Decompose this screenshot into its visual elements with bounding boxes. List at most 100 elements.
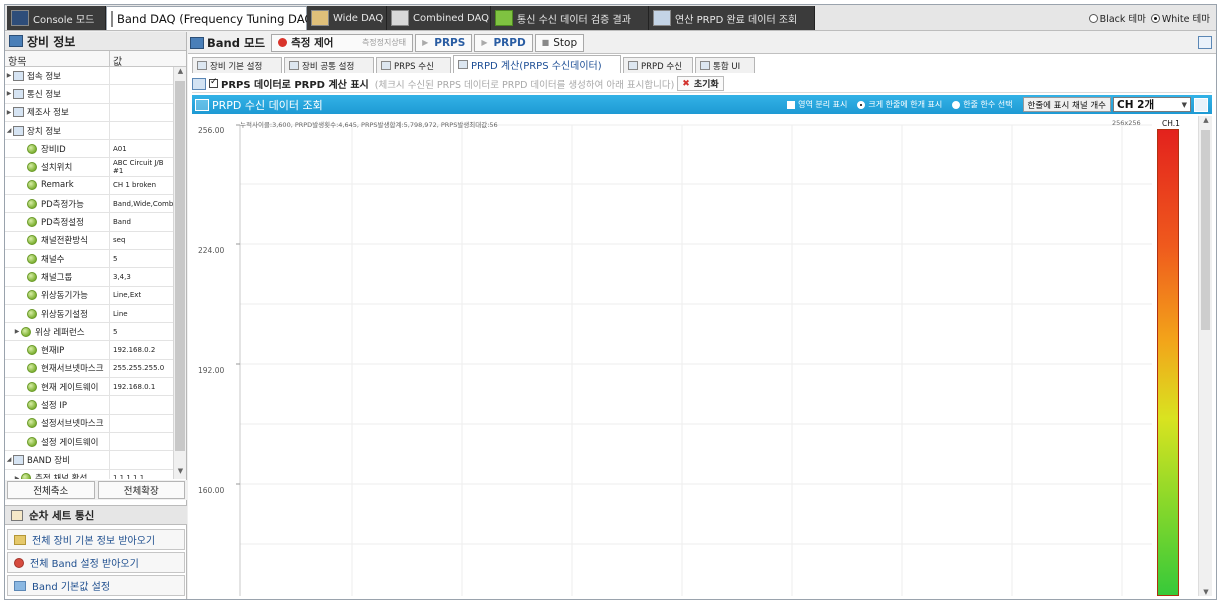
tree-row[interactable]: 설정 IP [5,396,173,415]
tree-value-cell[interactable]: 1,1,1,1,1 [110,470,173,479]
plot-scrollbar[interactable]: ▲ ▼ [1198,116,1212,596]
tree-value-cell[interactable]: 5 [110,323,173,340]
tree-row[interactable]: 채널전환방식 seq [5,231,173,250]
tab-prpd-query[interactable]: 연산 PRPD 완료 데이터 조회 [649,6,815,30]
tree-row[interactable]: 장비ID A01 [5,140,173,159]
tree-value-cell[interactable]: 192.168.0.2 [110,341,173,358]
scroll-thumb[interactable] [175,81,185,451]
tab-band-daq[interactable]: Band DAQ (Frequency Tuning DAQ) [106,6,318,30]
tree-scrollbar[interactable]: ▲ ▼ [173,67,186,479]
tree-value-cell[interactable] [110,415,173,432]
tree-value-cell[interactable]: ABC Circuit J/B #1 [110,158,173,175]
sub-tab[interactable]: 통합 UI [695,57,755,73]
band-default-settings-button[interactable]: Band 기본값 설정 [7,575,185,596]
expand-icon[interactable]: ▶ [5,72,13,79]
tree-value-cell[interactable]: 3,4,3 [110,268,173,285]
tree-value-cell[interactable] [110,396,173,413]
tab-combined-daq[interactable]: Combined DAQ [387,6,491,30]
all-in-one-radio[interactable] [857,100,866,109]
prpd-calc-checkbox[interactable] [209,77,218,88]
tree-row[interactable]: 설정 게이트웨이 [5,432,173,452]
tree-value-cell[interactable] [110,451,173,468]
tree-category[interactable]: ▶ 접속 정보 [5,67,173,86]
scroll-down-icon[interactable]: ▼ [1199,588,1213,596]
tree-row[interactable]: 위상동기설정 Line [5,304,173,324]
select-count-option[interactable]: 한줄 한수 선택 [952,99,1013,110]
stop-button[interactable]: ■ Stop [534,33,585,52]
tree-key-cell: ▶ 위상 레퍼런스 [5,323,110,341]
tree-row[interactable]: 채널수 5 [5,249,173,269]
tree-row[interactable]: 설치위치 ABC Circuit J/B #1 [5,158,173,177]
expanded-icon[interactable]: ◢ [5,127,13,134]
theme-white-radio[interactable] [1150,13,1160,23]
tree-value-cell[interactable]: Band,Wide,Combined [110,195,173,212]
tree-row[interactable]: Remark CH 1 broken [5,176,173,196]
separate-area-checkbox[interactable] [787,100,796,109]
tree-category[interactable]: ▶ 통신 정보 [5,85,173,104]
expand-icon[interactable]: ▶ [5,109,13,116]
tree-key-cell: PD측정가능 [5,195,110,213]
tab-wide-daq[interactable]: Wide DAQ [307,6,387,30]
channel-count-select[interactable]: CH 2개 ▼ [1113,97,1191,112]
sub-tab[interactable]: 장비 공통 설정 [284,57,374,73]
tree-value-cell[interactable]: seq [110,232,173,249]
scroll-down-icon[interactable]: ▼ [174,467,187,479]
expand-all-button[interactable]: 전체확장 [97,481,185,499]
color-scale-bar [1157,129,1179,596]
tree-value-cell[interactable] [110,85,173,102]
prps-button[interactable]: ▶ PRPS [415,33,473,52]
tree-row[interactable]: ▶ 측정 채널 활성 1,1,1,1,1 [5,469,173,479]
select-count-radio[interactable] [952,100,961,109]
collapse-all-button[interactable]: 전체축소 [7,481,95,499]
expand-icon[interactable]: ▶ [5,90,13,97]
tree-key-cell: ▶ 접속 정보 [5,67,110,85]
window-icon[interactable] [1198,36,1212,49]
tree-value-cell[interactable]: Band [110,213,173,230]
layout-icon[interactable] [1194,97,1208,112]
tree-category[interactable]: ▶ 제조사 정보 [5,103,173,122]
tree-value-cell[interactable]: A01 [110,140,173,157]
tree-row[interactable]: 현재IP 192.168.0.2 [5,341,173,360]
tree-row[interactable]: 위상동기가능 Line,Ext [5,286,173,305]
tree-row[interactable]: 채널그룹 3,4,3 [5,268,173,287]
tab-console-mode[interactable]: Console 모드 [7,6,106,30]
tree-row[interactable]: 설정서브넷마스크 [5,414,173,433]
all-in-one-option[interactable]: 크게 한줄에 한개 표시 [857,99,942,110]
tree-row[interactable]: 현재 게이트웨이 192.168.0.1 [5,378,173,397]
reset-button[interactable]: ✖ 초기화 [677,76,724,91]
tree-value-cell[interactable] [110,67,173,84]
tree-value-cell[interactable]: 255.255.255.0 [110,360,173,377]
get-all-device-info-button[interactable]: 전체 장비 기본 정보 받아오기 [7,529,185,550]
tree-category[interactable]: ◢ BAND 장비 [5,451,173,470]
tree-row[interactable]: PD측정설정 Band [5,213,173,232]
tab-comm-verify[interactable]: 통신 수신 데이터 검증 결과 [491,6,649,30]
sub-tab[interactable]: PRPD 계산(PRPS 수신데이터) [453,55,621,73]
tree-value-cell[interactable] [110,122,173,139]
tree-value-cell[interactable]: Line,Ext [110,287,173,304]
tree-row[interactable]: ▶ 위상 레퍼런스 5 [5,323,173,342]
status-dot-icon [27,418,37,429]
prpd-button[interactable]: ▶ PRPD [474,33,533,52]
tree-value-cell[interactable]: 192.168.0.1 [110,378,173,395]
scroll-up-icon[interactable]: ▲ [1199,116,1213,124]
tree-value-cell[interactable]: 5 [110,250,173,267]
tree-value-cell[interactable]: CH 1 broken [110,177,173,194]
tree-row[interactable]: 현재서브넷마스크 255.255.255.0 [5,359,173,379]
tree-value-cell[interactable]: Line [110,305,173,322]
tree-value-cell[interactable] [110,433,173,450]
tree-row[interactable]: PD측정가능 Band,Wide,Combined [5,195,173,214]
measure-control-button[interactable]: 측정 제어 측정정지상태 [271,33,414,52]
tree-value-cell[interactable] [110,104,173,121]
scroll-up-icon[interactable]: ▲ [174,67,187,79]
sub-tab[interactable]: PRPS 수신 [376,57,451,73]
expand-icon[interactable]: ▶ [13,475,21,479]
get-all-band-settings-button[interactable]: 전체 Band 설정 받아오기 [7,552,185,573]
scroll-thumb[interactable] [1201,130,1210,330]
expanded-icon[interactable]: ◢ [5,456,13,463]
tree-category[interactable]: ◢ 장치 정보 [5,121,173,141]
theme-black-radio[interactable] [1088,13,1098,23]
expand-icon[interactable]: ▶ [13,328,21,335]
sub-tab[interactable]: 장비 기본 설정 [192,57,282,73]
separate-area-option[interactable]: 영역 분리 표시 [787,99,847,110]
sub-tab[interactable]: PRPD 수신 [623,57,693,73]
